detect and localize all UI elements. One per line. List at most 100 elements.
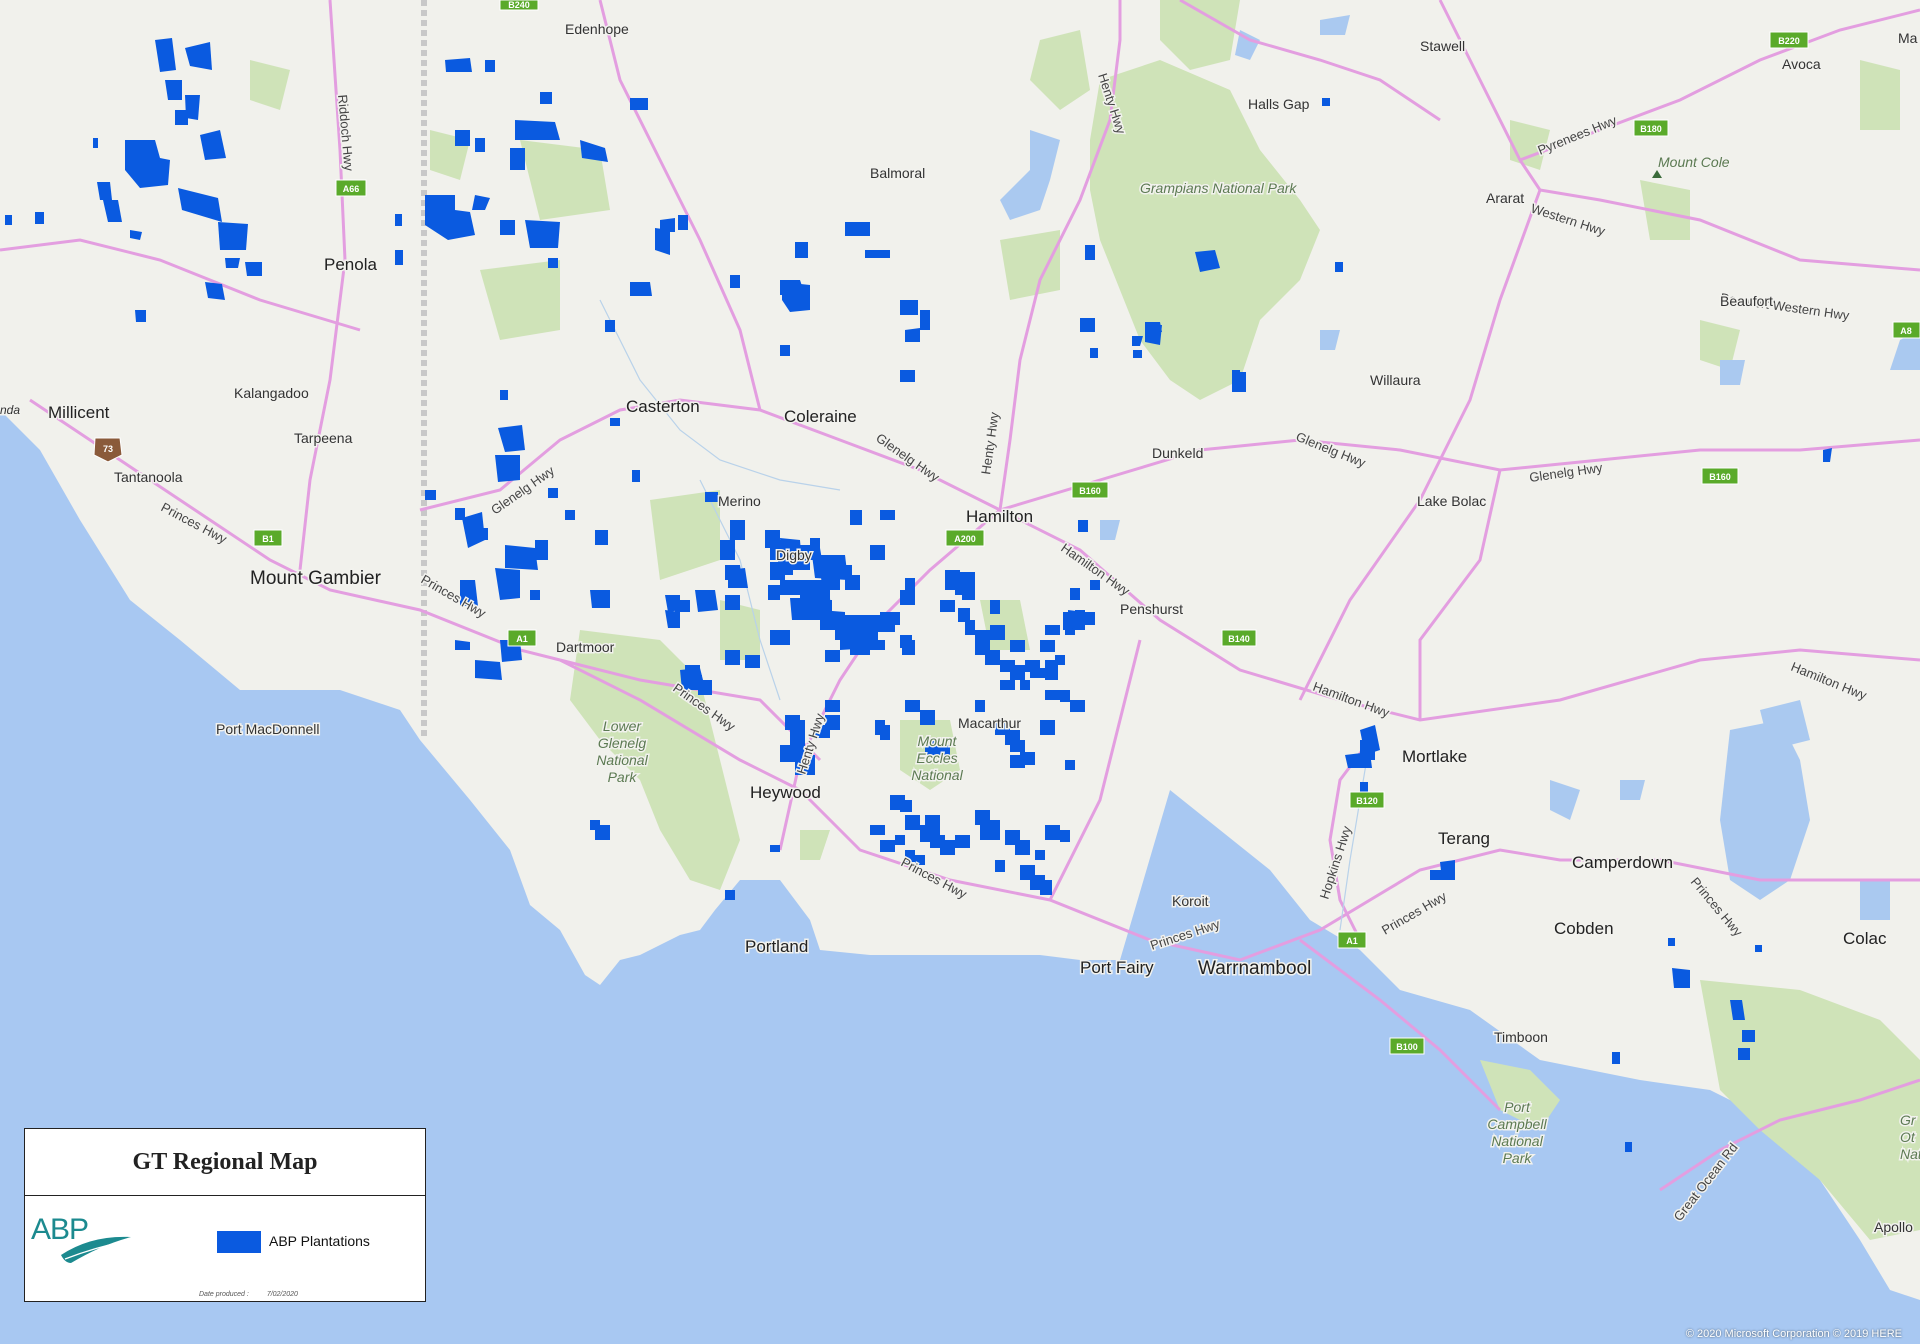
svg-text:A66: A66 [343, 184, 360, 194]
plantation-block [1360, 782, 1368, 792]
plantation-block [995, 860, 1005, 872]
plantation-block [245, 262, 262, 276]
plantation-block [705, 492, 718, 502]
plantation-block [1145, 325, 1162, 345]
plantation-block [205, 282, 225, 300]
svg-text:B220: B220 [1778, 36, 1800, 46]
plantation-block [632, 470, 640, 482]
plantation-block [770, 630, 790, 645]
abp-logo-swoosh-icon [61, 1236, 131, 1263]
shield-b180: B180 [1633, 119, 1669, 137]
shield-b220: B220 [1769, 31, 1809, 49]
place-heywood: Heywood [750, 783, 821, 802]
plantation-block [525, 220, 560, 248]
plantation-block [1612, 1052, 1620, 1064]
plantation-block [962, 590, 975, 600]
plantation-block [595, 825, 610, 840]
plantation-block [1055, 655, 1065, 665]
plantation-block [1040, 720, 1055, 735]
plantation-block [1133, 350, 1142, 358]
shield-a1-west: A1 [507, 629, 537, 647]
svg-text:A8: A8 [1900, 326, 1912, 336]
plantation-block [175, 110, 188, 125]
plantation-block [1070, 700, 1085, 712]
plantation-block [495, 455, 520, 482]
plantation-block [630, 282, 652, 296]
place-warrnambool: Warrnambool [1198, 958, 1311, 979]
park-label-grampians: Grampians National Park [1140, 180, 1297, 196]
plantation-block [605, 320, 615, 332]
place-coleraine: Coleraine [784, 407, 857, 426]
shield-a200: A200 [945, 529, 985, 547]
place-colac: Colac [1843, 929, 1887, 948]
plantation-block [745, 655, 760, 668]
plantation-block [900, 370, 915, 382]
plantation-block [1335, 262, 1343, 272]
plantation-block [1625, 1142, 1632, 1152]
hwy-label-great-ocean: Great Ocean Rd [1671, 1140, 1741, 1224]
plantation-block [905, 815, 920, 830]
date-produced: Date produced : 7/02/2020 [199, 1291, 316, 1298]
plantation-block [1085, 245, 1095, 260]
plantation-block [1045, 660, 1055, 670]
plantation-block [510, 148, 525, 170]
place-balmoral: Balmoral [870, 165, 925, 181]
svg-text:A1: A1 [516, 634, 528, 644]
plantation-block [1060, 830, 1070, 842]
plantation-block [535, 540, 548, 560]
park-label-mount-eccles: Mount Eccles National [911, 733, 963, 783]
plantation-block [165, 80, 182, 100]
plantation-block [965, 620, 975, 635]
plantation-block [1045, 690, 1060, 700]
plantation-block [5, 215, 12, 225]
place-nda: nda [0, 403, 20, 417]
plantation-block [980, 820, 1000, 840]
plantation-block [1430, 870, 1445, 880]
plantation-block [500, 390, 508, 400]
plantation-block [900, 590, 915, 605]
plantation-block [475, 660, 502, 680]
plantation-block [548, 488, 558, 498]
svg-text:B140: B140 [1228, 634, 1250, 644]
place-millicent: Millicent [48, 403, 110, 422]
place-willaura: Willaura [1370, 372, 1421, 388]
svg-text:B120: B120 [1356, 796, 1378, 806]
plantation-block [725, 890, 735, 900]
plantation-block [1010, 755, 1025, 768]
place-dunkeld: Dunkeld [1152, 445, 1203, 461]
plantation-block [1010, 640, 1025, 652]
plantation-block [425, 490, 436, 500]
place-port-macdonnell: Port MacDonnell [216, 721, 320, 737]
plantation-block [958, 608, 970, 622]
plantation-block [1060, 690, 1070, 702]
legend-panel: GT Regional Map ABP ABP Plantations Date… [24, 1128, 426, 1302]
place-penola: Penola [324, 255, 377, 274]
place-macarthur: Macarthur [958, 715, 1021, 731]
plantation-block [455, 130, 470, 146]
plantation-block [610, 418, 620, 426]
lake-patch [1860, 880, 1890, 920]
legend-title: GT Regional Map [25, 1129, 425, 1196]
svg-text:B100: B100 [1396, 1042, 1418, 1052]
plantation-block [590, 590, 610, 608]
plantation-block [825, 700, 840, 712]
plantation-swatch [217, 1231, 261, 1253]
plantation-block [955, 835, 970, 848]
copyright-text: © 2020 Microsoft Corporation © 2019 HERE [1685, 1328, 1902, 1340]
plantation-block [1090, 348, 1098, 358]
plantation-block [1045, 825, 1060, 840]
plantation-block [945, 575, 960, 590]
plantation-block [1085, 612, 1095, 625]
plantation-block [895, 835, 905, 845]
plantation-block [795, 242, 808, 258]
plantation-block [675, 600, 690, 612]
shield-a66: A66 [335, 179, 367, 197]
place-avoca: Avoca [1782, 56, 1821, 72]
plantation-block [880, 840, 895, 852]
plantation-block [960, 572, 975, 585]
shield-b240: B240 [499, 0, 539, 11]
plantation-block [1020, 680, 1030, 690]
land-mass [0, 0, 1920, 1300]
place-terang: Terang [1438, 829, 1490, 848]
plantation-block [695, 590, 718, 612]
